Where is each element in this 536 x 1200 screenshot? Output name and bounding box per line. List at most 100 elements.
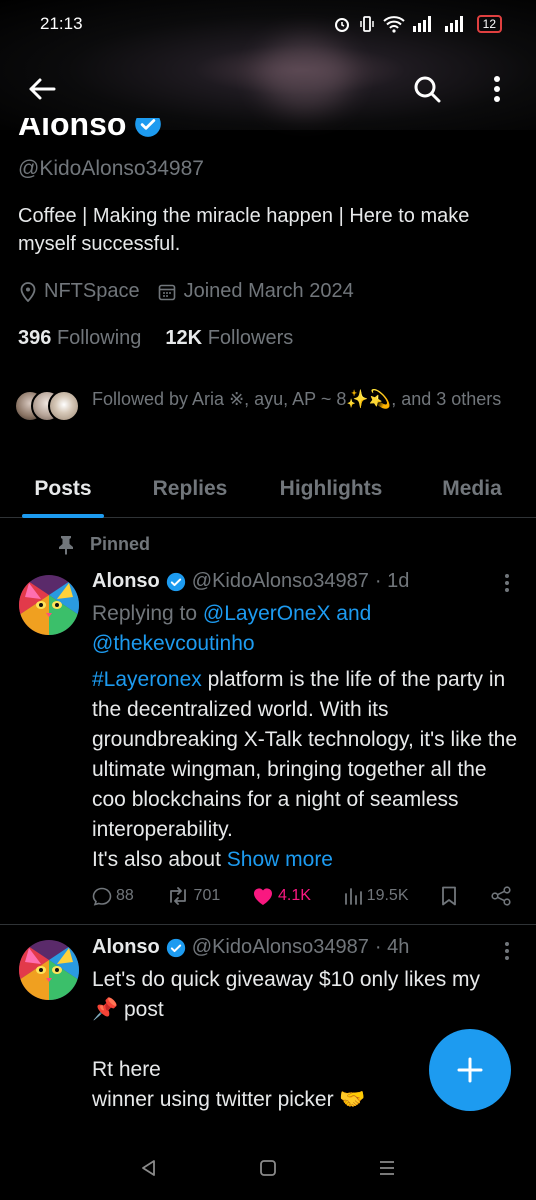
views-button[interactable]: 19.5K xyxy=(343,886,409,906)
pinned-label: Pinned xyxy=(90,534,151,554)
post-time: · 4h xyxy=(374,936,410,958)
signal-icon xyxy=(412,16,431,32)
tab-replies[interactable]: Replies xyxy=(150,460,230,518)
home-square-icon[interactable] xyxy=(258,1158,278,1178)
share-button[interactable] xyxy=(490,886,512,906)
bookmark-button[interactable] xyxy=(440,886,458,906)
status-time: 21:13 xyxy=(40,14,83,33)
post-author-name[interactable]: Alonso xyxy=(92,570,160,593)
reply-icon xyxy=(92,887,112,906)
profile-meta: NFTSpace Joined March 2024 xyxy=(20,280,364,303)
heart-filled-icon xyxy=(254,888,272,905)
post-divider xyxy=(0,924,536,925)
battery-icon: 12 xyxy=(476,15,502,33)
location-item: NFTSpace xyxy=(20,280,140,303)
tab-posts[interactable]: Posts xyxy=(22,460,104,518)
tab-highlights[interactable]: Highlights xyxy=(276,460,386,518)
status-icons: 12 xyxy=(333,15,502,33)
post-text-tail: It's also about Show more xyxy=(92,845,522,875)
tab-label: Highlights xyxy=(279,477,383,500)
post-author-handle[interactable]: @KidoAlonso34987 xyxy=(192,936,369,959)
recents-menu-icon[interactable] xyxy=(377,1158,397,1178)
repost-button[interactable]: 701 xyxy=(166,886,221,906)
location-pin-icon xyxy=(20,281,36,302)
post-header: Alonso @KidoAlonso34987 · 1d xyxy=(92,570,409,593)
verified-badge-icon xyxy=(135,118,162,137)
post-author-name[interactable]: Alonso xyxy=(92,936,160,959)
post-text-tail-content: It's also about xyxy=(92,848,221,871)
repost-count: 701 xyxy=(193,887,221,904)
wifi-icon xyxy=(382,16,405,33)
followers-count: 12K xyxy=(165,327,203,349)
like-count: 4.1K xyxy=(278,887,311,904)
tab-media[interactable]: Media xyxy=(438,460,506,518)
calendar-icon xyxy=(158,284,175,300)
followed-by-text: Followed by Aria ※, ayu, AP ~ 8✨💫, and 3… xyxy=(92,389,502,409)
profile-handle: @KidoAlonso34987 xyxy=(18,157,204,180)
following-label: Following xyxy=(56,327,142,349)
post-time: · 1d xyxy=(374,570,410,592)
compose-button[interactable] xyxy=(429,1029,511,1111)
bookmark-icon xyxy=(442,886,457,906)
alarm-icon xyxy=(334,18,349,32)
more-options-button[interactable] xyxy=(476,68,518,110)
colorful-cat-avatar-icon xyxy=(19,940,79,1000)
replying-prefix: Replying to xyxy=(92,602,198,625)
system-nav-bar xyxy=(0,1136,536,1200)
view-count: 19.5K xyxy=(366,887,409,904)
profile-bio: Coffee | Making the miracle happen | Her… xyxy=(18,205,470,255)
post-header: Alonso @KidoAlonso34987 · 4h xyxy=(92,936,409,959)
follow-counts: 396 Following 12K Followers xyxy=(18,327,293,350)
reply-button[interactable]: 88 xyxy=(92,886,134,906)
more-vertical-icon xyxy=(494,76,500,102)
post-body[interactable]: Replying to @LayerOneX and @thekevcoutin… xyxy=(92,599,522,875)
post-more-button[interactable] xyxy=(502,942,512,960)
joined-item: Joined March 2024 xyxy=(158,280,354,303)
share-icon xyxy=(491,886,511,906)
joined-text: Joined March 2024 xyxy=(183,280,354,302)
post-author-avatar[interactable] xyxy=(19,575,79,635)
vibrate-icon xyxy=(359,16,374,32)
replying-to: Replying to @LayerOneX and xyxy=(92,599,522,629)
profile-tabs: Posts Replies Highlights Media xyxy=(0,460,536,518)
mutual-followers-avatars xyxy=(14,386,82,424)
back-button[interactable] xyxy=(21,68,63,110)
signal-icon xyxy=(444,16,463,32)
post-author-handle[interactable]: @KidoAlonso34987 xyxy=(192,570,369,593)
followed-by-row[interactable]: Followed by Aria ※, ayu, AP ~ 8✨💫, and 3… xyxy=(14,386,514,424)
location-text: NFTSpace xyxy=(44,280,140,302)
tab-label: Posts xyxy=(34,477,92,500)
tab-label: Replies xyxy=(152,477,228,500)
back-triangle-icon[interactable] xyxy=(139,1158,159,1178)
avatar xyxy=(48,390,80,422)
like-button[interactable]: 4.1K xyxy=(252,886,311,906)
hashtag-link[interactable]: #Layeronex xyxy=(92,668,202,691)
reply-mention[interactable]: @LayerOneX and xyxy=(203,602,371,625)
followers-label: Followers xyxy=(207,327,294,349)
plus-icon xyxy=(457,1057,483,1083)
post-text-content: platform is the life of the party in the… xyxy=(92,668,518,841)
following-link[interactable]: 396 Following xyxy=(18,327,141,350)
status-bar: 21:13 12 xyxy=(0,0,536,48)
post-more-button[interactable] xyxy=(502,574,512,592)
verified-badge-icon xyxy=(166,572,185,591)
post-line: Let's do quick giveaway $10 only likes m… xyxy=(92,968,481,991)
pinned-indicator: Pinned xyxy=(58,534,150,555)
followers-link[interactable]: 12K Followers xyxy=(165,327,293,350)
post-line: 📌 post xyxy=(92,998,164,1021)
search-button[interactable] xyxy=(406,68,448,110)
colorful-cat-avatar-icon xyxy=(19,575,79,635)
verified-badge-icon xyxy=(166,938,185,957)
arrow-left-icon xyxy=(29,78,56,100)
post-author-avatar[interactable] xyxy=(19,940,79,1000)
following-count: 396 xyxy=(18,327,52,349)
post-text: #Layeronex platform is the life of the p… xyxy=(92,665,522,845)
reply-mention[interactable]: @thekevcoutinho xyxy=(92,629,522,659)
show-more-link[interactable]: Show more xyxy=(227,848,333,871)
profile-name-row: Alonso xyxy=(18,118,162,142)
reply-count: 88 xyxy=(116,887,134,904)
pin-icon xyxy=(59,535,73,555)
profile-name: Alonso xyxy=(18,118,127,142)
repost-icon xyxy=(169,887,186,905)
analytics-icon xyxy=(344,888,362,905)
